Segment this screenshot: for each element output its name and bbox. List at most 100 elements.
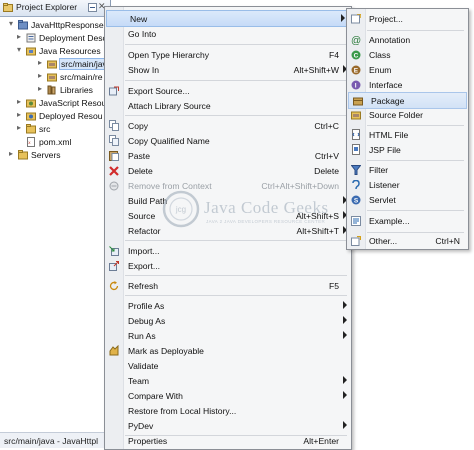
svg-text:C: C bbox=[354, 53, 359, 60]
tree-item-label: Servers bbox=[31, 150, 61, 160]
submenu-item-example[interactable]: Example... bbox=[347, 213, 468, 228]
menu-item-mark-as-deployable[interactable]: Mark as Deployable bbox=[105, 343, 351, 358]
menu-item-debug-as[interactable]: Debug As bbox=[105, 313, 351, 328]
submenu-item-annotation[interactable]: @ Annotation bbox=[347, 32, 468, 47]
menu-separator bbox=[125, 295, 347, 296]
copy-icon bbox=[109, 120, 119, 131]
twisty-icon[interactable]: ▸ bbox=[17, 123, 21, 132]
tree-item-label: src bbox=[39, 124, 51, 134]
jsp-file-icon bbox=[352, 144, 360, 155]
submenu-item-project[interactable]: Project... bbox=[347, 11, 468, 26]
project-icon bbox=[18, 20, 28, 30]
submenu-item-label: Package bbox=[371, 96, 405, 106]
class-icon: C bbox=[351, 50, 361, 60]
twisty-icon[interactable]: ▸ bbox=[17, 110, 21, 119]
tree-item-libraries[interactable]: ▸ Libraries bbox=[0, 84, 110, 97]
tree-item-src-main-resources[interactable]: ▸ src/main/re bbox=[0, 71, 110, 84]
submenu-item-label: Annotation bbox=[369, 35, 411, 45]
twisty-icon[interactable]: ▸ bbox=[38, 84, 42, 93]
menu-item-export-source[interactable]: Export Source... bbox=[105, 83, 351, 98]
tree-item-javascript-resources[interactable]: ▸ JavaScript Resou bbox=[0, 97, 110, 110]
deployed-icon bbox=[26, 112, 36, 121]
menu-item-restore-from-local-history[interactable]: Restore from Local History... bbox=[105, 403, 351, 418]
tree-item-java-resources[interactable]: ▾ Java Resources bbox=[0, 45, 110, 58]
menu-item-copy[interactable]: Copy Ctrl+C bbox=[105, 118, 351, 133]
submenu-item-html-file[interactable]: HTML File bbox=[347, 127, 468, 142]
interface-icon: I bbox=[351, 80, 361, 90]
submenu-item-filter[interactable]: Filter bbox=[347, 162, 468, 177]
menu-item-attach-library-source[interactable]: Attach Library Source bbox=[105, 98, 351, 113]
menu-item-properties[interactable]: Properties Alt+Enter bbox=[105, 433, 351, 448]
menu-item-label: Copy Qualified Name bbox=[128, 136, 210, 146]
menu-item-export[interactable]: Export... bbox=[105, 258, 351, 273]
tree-item-deployment-descriptor[interactable]: ▸ Deployment Desc bbox=[0, 32, 110, 45]
menu-item-label: Source bbox=[128, 211, 156, 221]
refresh-icon bbox=[109, 281, 119, 291]
tree-item-deployed-resources[interactable]: ▸ Deployed Resou bbox=[0, 110, 110, 123]
submenu-item-servlet[interactable]: S Servlet bbox=[347, 192, 468, 207]
submenu-arrow-icon bbox=[343, 316, 347, 324]
twisty-icon[interactable]: ▸ bbox=[38, 58, 42, 67]
tree-item-label: JavaHttpResponseH bbox=[31, 20, 110, 30]
submenu-item-enum[interactable]: E Enum bbox=[347, 62, 468, 77]
menu-item-paste[interactable]: Paste Ctrl+V bbox=[105, 148, 351, 163]
menu-item-pydev[interactable]: PyDev bbox=[105, 418, 351, 433]
menu-item-label: Mark as Deployable bbox=[128, 346, 204, 356]
submenu-item-source-folder[interactable]: Source Folder bbox=[347, 107, 468, 122]
submenu-item-other[interactable]: Other... Ctrl+N bbox=[347, 233, 468, 248]
tree-item-servers[interactable]: ▸ Servers bbox=[0, 149, 110, 162]
tree-item-src-main-java[interactable]: ▸ src/main/jav bbox=[0, 58, 110, 71]
import-icon bbox=[109, 246, 119, 256]
menu-item-label: New bbox=[130, 14, 148, 24]
twisty-icon[interactable]: ▾ bbox=[9, 19, 13, 28]
source-folder-icon bbox=[47, 60, 57, 69]
twisty-icon[interactable]: ▸ bbox=[17, 32, 21, 41]
submenu-item-listener[interactable]: Listener bbox=[347, 177, 468, 192]
menu-item-compare-with[interactable]: Compare With bbox=[105, 388, 351, 403]
menu-item-run-as[interactable]: Run As bbox=[105, 328, 351, 343]
menu-item-label: Show In bbox=[128, 65, 160, 75]
menu-item-delete[interactable]: Delete Delete bbox=[105, 163, 351, 178]
tree-item-label: Java Resources bbox=[39, 46, 101, 56]
twisty-icon[interactable]: ▸ bbox=[9, 149, 13, 158]
menu-item-label: Paste bbox=[128, 151, 150, 161]
libraries-icon bbox=[47, 85, 56, 95]
deployable-icon bbox=[109, 345, 119, 356]
project-explorer-panel: Project Explorer ✕ ▾ JavaHttpResponseH ▸… bbox=[0, 0, 111, 448]
submenu-item-jsp-file[interactable]: JSP File bbox=[347, 142, 468, 157]
menu-item-copy-qualified-name[interactable]: Copy Qualified Name bbox=[105, 133, 351, 148]
paste-icon bbox=[109, 151, 119, 161]
menu-item-validate[interactable]: Validate bbox=[105, 358, 351, 373]
menu-item-label: Team bbox=[128, 376, 150, 386]
project-explorer-icon bbox=[3, 3, 13, 12]
enum-icon: E bbox=[351, 65, 361, 75]
menu-item-refresh[interactable]: Refresh F5 bbox=[105, 278, 351, 293]
copy-qualified-icon bbox=[109, 135, 119, 146]
menu-item-show-in[interactable]: Show In Alt+Shift+W bbox=[105, 62, 351, 77]
menu-separator bbox=[125, 115, 347, 116]
twisty-icon[interactable]: ▸ bbox=[17, 97, 21, 106]
source-folder-icon bbox=[47, 73, 57, 82]
java-code-geeks-watermark: jcg Java Code Geeks JAVA 2 JAVA DEVELOPE… bbox=[160, 188, 340, 240]
submenu-item-interface[interactable]: I Interface bbox=[347, 77, 468, 92]
submenu-separator bbox=[367, 30, 464, 31]
menu-item-import[interactable]: Import... bbox=[105, 243, 351, 258]
menu-item-label: Delete bbox=[128, 166, 153, 176]
menu-item-profile-as[interactable]: Profile As bbox=[105, 298, 351, 313]
twisty-icon[interactable]: ▾ bbox=[17, 45, 21, 54]
menu-item-open-type-hierarchy[interactable]: Open Type Hierarchy F4 bbox=[105, 47, 351, 62]
tree-item-label: Deployed Resou bbox=[39, 111, 103, 121]
tree-item-label: Libraries bbox=[60, 85, 93, 95]
submenu-item-class[interactable]: C Class bbox=[347, 47, 468, 62]
collapse-all-icon[interactable] bbox=[88, 3, 97, 12]
submenu-arrow-icon bbox=[343, 301, 347, 309]
menu-item-new[interactable]: New bbox=[106, 10, 350, 27]
menu-item-shortcut: Alt+Shift+W bbox=[293, 65, 339, 75]
tree-item-pom-xml[interactable]: x pom.xml bbox=[0, 136, 110, 149]
tree-item-project[interactable]: ▾ JavaHttpResponseH bbox=[0, 19, 110, 32]
menu-item-team[interactable]: Team bbox=[105, 373, 351, 388]
tree-item-src[interactable]: ▸ src bbox=[0, 123, 110, 136]
svg-text:S: S bbox=[354, 198, 359, 205]
twisty-icon[interactable]: ▸ bbox=[38, 71, 42, 80]
menu-item-go-into[interactable]: Go Into bbox=[105, 26, 351, 41]
